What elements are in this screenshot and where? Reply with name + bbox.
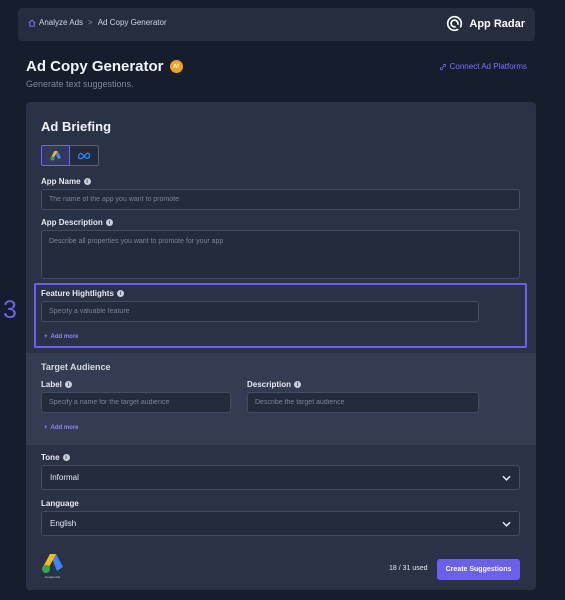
breadcrumb-current: Ad Copy Generator (97, 18, 167, 27)
tone-label-text: Tone (41, 453, 60, 462)
page-title-text: Ad Copy Generator (26, 58, 164, 75)
audience-label-text: Label (41, 380, 62, 389)
info-icon[interactable]: i (294, 381, 302, 388)
google-ads-icon (50, 151, 61, 161)
app-name-label: App Name i (41, 177, 91, 186)
page-subtitle: Generate text suggestions. (26, 79, 134, 89)
breadcrumb-separator: > (88, 18, 93, 27)
ad-briefing-title: Ad Briefing (41, 119, 112, 134)
audience-label-input[interactable] (41, 392, 231, 413)
link-icon (439, 63, 446, 70)
connect-link-label: Connect Ad Platforms (449, 62, 527, 71)
top-bar: Analyze Ads > Ad Copy Generator App Rada… (18, 8, 535, 41)
meta-platform-button[interactable] (70, 145, 99, 166)
info-icon[interactable]: i (64, 381, 72, 388)
breadcrumb-home-link[interactable]: Analyze Ads (28, 18, 83, 27)
app-name-label-text: App Name (41, 177, 81, 186)
tone-label: Tone i (41, 453, 70, 462)
target-audience-section: Target Audience Label i Description i + … (26, 353, 536, 445)
info-icon[interactable]: i (105, 219, 113, 226)
chevron-down-icon (502, 521, 511, 527)
create-suggestions-button[interactable]: Create Suggestions (437, 559, 520, 580)
info-icon[interactable]: i (62, 454, 70, 461)
info-icon[interactable]: i (83, 178, 91, 185)
chevron-down-icon (502, 475, 511, 481)
meta-icon (77, 152, 91, 160)
language-label-text: Language (41, 499, 79, 508)
audience-description-text: Description (247, 380, 292, 389)
home-icon (28, 19, 36, 27)
add-audience-button[interactable]: + Add more (44, 425, 79, 431)
google-ads-platform-button[interactable] (41, 145, 70, 166)
app-description-label-text: App Description (41, 218, 103, 227)
add-audience-label: Add more (50, 425, 79, 431)
usage-counter: 18 / 31 used (389, 565, 428, 572)
step-marker: 3 (3, 296, 17, 324)
google-ads-logo-icon (41, 554, 63, 573)
google-ads-footer-logo: Google Ads (40, 552, 65, 582)
brand[interactable]: App Radar (446, 15, 525, 32)
tone-value: Informal (50, 473, 79, 482)
google-ads-caption: Google Ads (44, 575, 61, 579)
language-select[interactable]: English (41, 511, 520, 536)
app-name-input[interactable] (41, 189, 520, 210)
breadcrumb-home-label: Analyze Ads (39, 18, 84, 27)
breadcrumb: Analyze Ads > Ad Copy Generator (28, 18, 167, 27)
target-audience-title: Target Audience (41, 362, 111, 372)
platform-selector (41, 145, 99, 166)
language-label: Language (41, 499, 79, 508)
page-title: Ad Copy Generator AI (26, 58, 183, 75)
plus-icon: + (44, 425, 48, 431)
brand-name: App Radar (469, 17, 525, 30)
audience-description-label: Description i (247, 380, 302, 389)
feature-highlights-highlight-frame (34, 283, 527, 348)
app-description-textarea[interactable] (41, 230, 520, 279)
ai-badge: AI (169, 60, 183, 73)
tone-select[interactable]: Informal (41, 465, 520, 490)
audience-description-input[interactable] (247, 392, 479, 413)
audience-label-label: Label i (41, 380, 72, 389)
connect-ad-platforms-link[interactable]: Connect Ad Platforms (439, 62, 527, 71)
app-radar-logo-icon (447, 15, 463, 32)
app-description-label: App Description i (41, 218, 113, 227)
language-value: English (50, 519, 77, 528)
